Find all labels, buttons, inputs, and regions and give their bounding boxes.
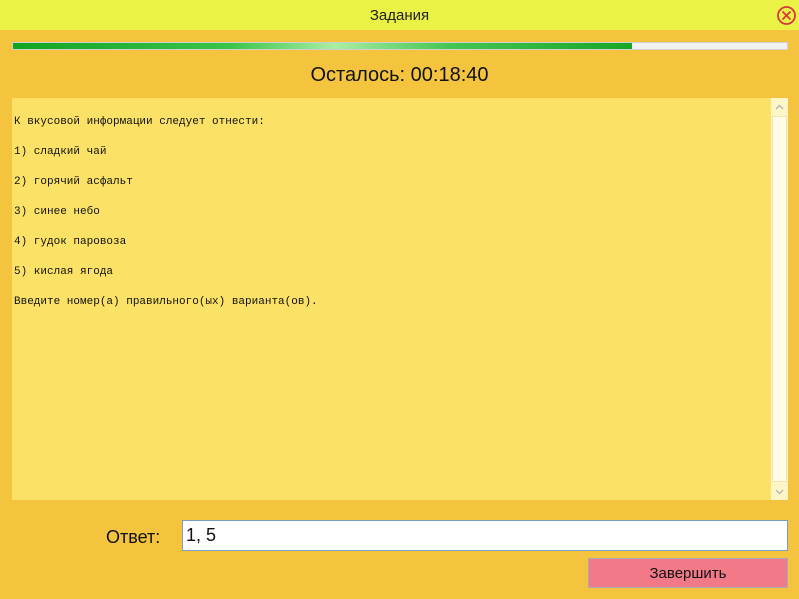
question-option: 2) горячий асфальт	[14, 176, 133, 188]
question-option: 3) синее небо	[14, 206, 100, 218]
question-panel[interactable]: К вкусовой информации следует отнести: 1…	[12, 98, 788, 500]
answer-label: Ответ:	[106, 527, 161, 547]
time-progress-bar	[12, 42, 788, 50]
scroll-down-icon[interactable]	[771, 483, 788, 500]
timer-display: Осталось: 00:18:40	[0, 64, 799, 87]
question-text: К вкусовой информации следует отнести: 1…	[14, 116, 769, 326]
close-icon[interactable]	[776, 5, 797, 26]
question-instruction: Введите номер(а) правильного(ых) вариант…	[14, 296, 318, 308]
finish-button[interactable]: Завершить	[588, 558, 788, 588]
finish-button-label: Завершить	[649, 564, 727, 582]
question-option: 4) гудок паровоза	[14, 236, 127, 248]
scroll-up-icon[interactable]	[771, 98, 788, 115]
question-option: 1) сладкий чай	[14, 146, 107, 158]
answer-input[interactable]	[182, 520, 788, 551]
window-title: Задания	[369, 6, 430, 24]
scroll-thumb[interactable]	[772, 116, 787, 482]
question-option: 5) кислая ягода	[14, 266, 114, 278]
timer-text: Осталось: 00:18:40	[310, 64, 489, 86]
window-titlebar: Задания	[0, 0, 799, 30]
question-intro: К вкусовой информации следует отнести:	[14, 116, 265, 128]
vertical-scrollbar[interactable]	[771, 98, 788, 500]
progress-fill	[13, 43, 633, 49]
